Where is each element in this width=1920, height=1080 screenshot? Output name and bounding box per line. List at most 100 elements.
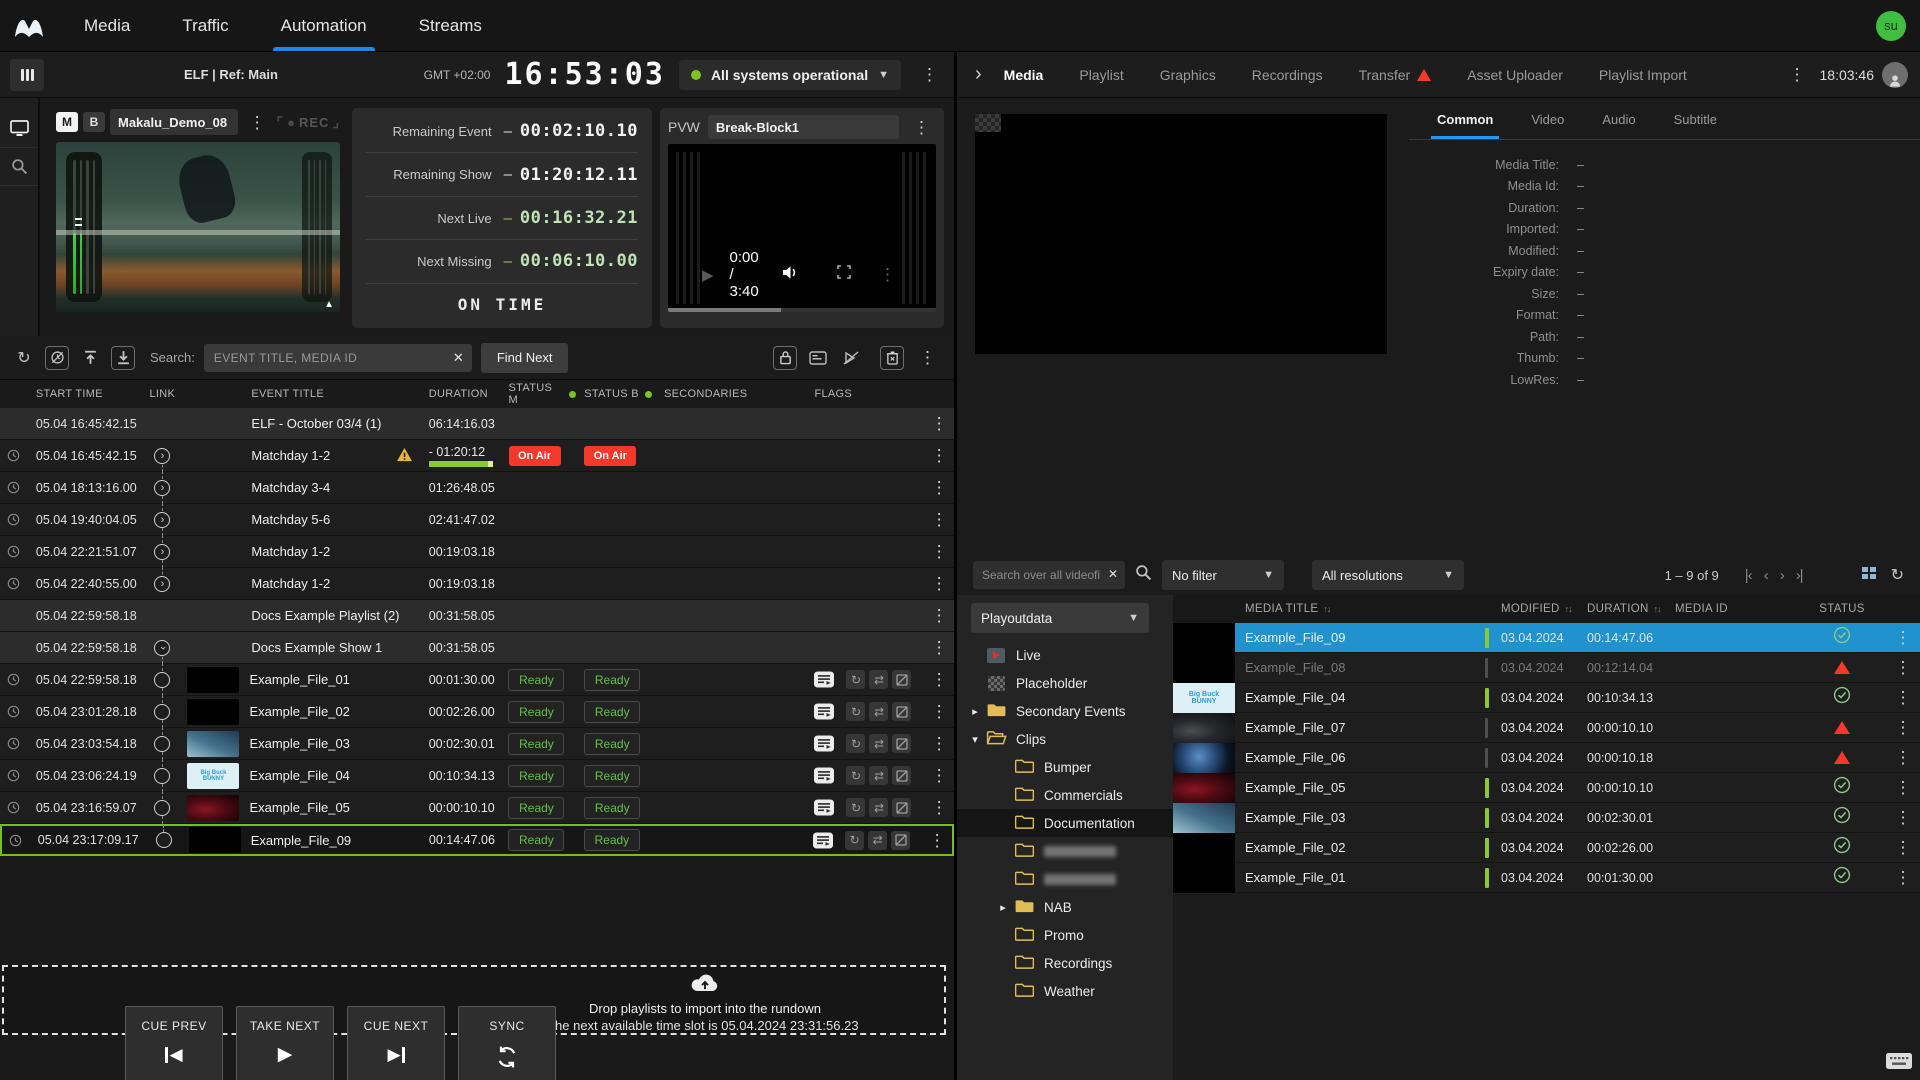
no-graphics-flag-icon[interactable] bbox=[891, 830, 911, 850]
col-media-title[interactable]: MEDIA TITLE ↑↓ bbox=[1235, 603, 1485, 615]
scroll-to-top-icon[interactable] bbox=[78, 346, 102, 370]
tree-item-promo[interactable]: Promo bbox=[957, 921, 1173, 949]
row-kebab-menu[interactable]: ⋮ bbox=[925, 797, 954, 818]
transition-flag-icon[interactable]: ⇄ bbox=[869, 734, 889, 753]
row-kebab-menu[interactable]: ⋮ bbox=[925, 605, 954, 626]
rundown-row[interactable]: 05.04 19:40:04.05 › Matchday 5-6 02:41:4… bbox=[0, 503, 954, 536]
grid-view-icon[interactable] bbox=[1861, 566, 1877, 585]
secondary-notes-icon[interactable] bbox=[814, 703, 835, 720]
link-node-icon[interactable] bbox=[154, 671, 171, 688]
tree-item-commercials[interactable]: Commercials bbox=[957, 781, 1173, 809]
media-row[interactable]: Example_File_01 03.04.2024 00:01:30.00 ⋮ bbox=[1173, 862, 1920, 893]
media-row-kebab-menu[interactable]: ⋮ bbox=[1889, 657, 1918, 678]
pgm-video-preview[interactable]: ▲ bbox=[56, 142, 340, 312]
rundown-row[interactable]: 05.04 22:59:58.18 Docs Example Playlist … bbox=[0, 600, 954, 632]
media-row[interactable]: Example_File_09 03.04.2024 00:14:47.06 ⋮ bbox=[1173, 622, 1920, 653]
media-search-input[interactable] bbox=[973, 561, 1125, 589]
link-node-icon[interactable] bbox=[155, 832, 172, 848]
detail-tab-video[interactable]: Video bbox=[1531, 112, 1564, 139]
no-graphics-flag-icon[interactable] bbox=[892, 766, 912, 785]
transition-flag-icon[interactable]: ⇄ bbox=[869, 798, 889, 817]
next-page-icon[interactable]: › bbox=[1780, 567, 1785, 584]
prev-page-icon[interactable]: ‹ bbox=[1764, 567, 1769, 584]
clear-search-icon[interactable]: ✕ bbox=[453, 350, 464, 366]
filter-select[interactable]: No filter ▼ bbox=[1162, 560, 1284, 590]
col-media-id[interactable]: MEDIA ID bbox=[1675, 603, 1795, 615]
media-kebab-menu[interactable]: ⋮ bbox=[1783, 64, 1812, 85]
tree-item-redacted[interactable] bbox=[957, 865, 1173, 893]
rundown-row[interactable]: 05.04 22:21:51.07 › Matchday 1-2 00:19:0… bbox=[0, 535, 954, 568]
no-graphics-flag-icon[interactable] bbox=[892, 670, 912, 689]
cue-prev-button[interactable]: CUE PREV ◀ bbox=[125, 1006, 223, 1080]
loop-flag-icon[interactable]: ↻ bbox=[846, 766, 866, 785]
media-tab-playlist-import[interactable]: Playlist Import bbox=[1599, 67, 1687, 83]
tree-item-weather[interactable]: Weather bbox=[957, 977, 1173, 1005]
nav-tab-traffic[interactable]: Traffic bbox=[156, 0, 254, 51]
loop-flag-icon[interactable]: ↻ bbox=[846, 798, 866, 817]
media-tab-playlist[interactable]: Playlist bbox=[1079, 67, 1123, 83]
nav-tab-media[interactable]: Media bbox=[58, 0, 156, 51]
clear-media-search-icon[interactable]: ✕ bbox=[1108, 567, 1118, 581]
event-card-icon[interactable] bbox=[806, 346, 830, 370]
media-row-kebab-menu[interactable]: ⋮ bbox=[1889, 717, 1918, 738]
row-kebab-menu[interactable]: ⋮ bbox=[925, 413, 954, 434]
no-graphics-flag-icon[interactable] bbox=[892, 702, 912, 721]
detail-tab-common[interactable]: Common bbox=[1430, 112, 1500, 139]
transition-flag-icon[interactable]: ⇄ bbox=[869, 670, 889, 689]
nav-tab-automation[interactable]: Automation bbox=[255, 0, 393, 51]
pvw-kebab-menu[interactable]: ⋮ bbox=[907, 117, 936, 138]
row-kebab-menu[interactable]: ⋮ bbox=[923, 830, 952, 851]
tree-item-clips[interactable]: ▾ Clips bbox=[957, 725, 1173, 753]
expand-chevron-icon[interactable]: › bbox=[154, 543, 171, 560]
expand-chevron-icon[interactable]: › bbox=[154, 479, 171, 496]
rundown-row[interactable]: 05.04 16:45:42.15 ELF - October 03/4 (1)… bbox=[0, 408, 954, 440]
col-secondaries[interactable]: SECONDARIES bbox=[656, 388, 810, 400]
tree-item-documentation[interactable]: Documentation bbox=[957, 809, 1173, 837]
media-tab-graphics[interactable]: Graphics bbox=[1160, 67, 1216, 83]
tree-chevron-icon[interactable]: ▸ bbox=[965, 705, 985, 718]
secondary-notes-icon[interactable] bbox=[814, 671, 835, 688]
media-tab-transfer[interactable]: Transfer bbox=[1359, 67, 1432, 83]
media-row[interactable]: Example_File_08 03.04.2024 00:12:14.04 ⋮ bbox=[1173, 652, 1920, 683]
no-graphics-flag-icon[interactable] bbox=[892, 798, 912, 817]
row-kebab-menu[interactable]: ⋮ bbox=[925, 541, 954, 562]
secondary-notes-icon[interactable] bbox=[814, 767, 835, 784]
first-page-icon[interactable]: |‹ bbox=[1745, 567, 1753, 584]
media-row[interactable]: Example_File_02 03.04.2024 00:02:26.00 ⋮ bbox=[1173, 832, 1920, 863]
media-tab-recordings[interactable]: Recordings bbox=[1252, 67, 1323, 83]
loop-flag-icon[interactable]: ↻ bbox=[845, 830, 865, 850]
tree-item-secondary-events[interactable]: ▸ Secondary Events bbox=[957, 697, 1173, 725]
refresh-icon[interactable]: ↻ bbox=[12, 346, 36, 370]
system-status-dropdown[interactable]: All systems operational ▼ bbox=[678, 59, 901, 90]
col-status-m[interactable]: STATUS M bbox=[501, 382, 577, 406]
rundown-row[interactable]: 05.04 23:01:28.18 Example_File_02 00:02:… bbox=[0, 695, 954, 728]
row-kebab-menu[interactable]: ⋮ bbox=[925, 701, 954, 722]
loop-flag-icon[interactable]: ↻ bbox=[846, 670, 866, 689]
rundown-row[interactable]: 05.04 23:06:24.19 Big Buck BUNNY Example_F… bbox=[0, 759, 954, 792]
tree-item-redacted[interactable] bbox=[957, 837, 1173, 865]
last-page-icon[interactable]: ›| bbox=[1796, 567, 1804, 584]
pvw-player-kebab[interactable]: ⋮ bbox=[873, 264, 902, 285]
media-row[interactable]: Example_File_05 03.04.2024 00:00:10.10 ⋮ bbox=[1173, 772, 1920, 803]
loop-flag-icon[interactable]: ↻ bbox=[846, 734, 866, 753]
col-modified[interactable]: MODIFIED ↑↓ bbox=[1501, 603, 1587, 615]
link-node-icon[interactable] bbox=[154, 703, 171, 720]
person-avatar-icon[interactable] bbox=[1882, 61, 1908, 88]
lock-icon[interactable] bbox=[773, 345, 797, 370]
tree-item-live[interactable]: Live bbox=[957, 641, 1173, 669]
resolution-select[interactable]: All resolutions ▼ bbox=[1312, 560, 1464, 590]
media-row-kebab-menu[interactable]: ⋮ bbox=[1889, 627, 1918, 648]
fullscreen-icon[interactable] bbox=[837, 265, 851, 284]
row-kebab-menu[interactable]: ⋮ bbox=[925, 445, 954, 466]
keyboard-icon[interactable] bbox=[1886, 1053, 1912, 1074]
row-kebab-menu[interactable]: ⋮ bbox=[925, 477, 954, 498]
rundown-row[interactable]: 05.04 22:59:58.18 Example_File_01 00:01:… bbox=[0, 663, 954, 696]
rundown-row[interactable]: 05.04 23:16:59.07 Example_File_05 00:00:… bbox=[0, 791, 954, 824]
transition-flag-icon[interactable]: ⇄ bbox=[868, 830, 888, 850]
loop-flag-icon[interactable]: ↻ bbox=[846, 702, 866, 721]
media-tab-media[interactable]: Media bbox=[1004, 67, 1044, 83]
rundown-row[interactable]: 05.04 23:17:09.17 Example_File_09 00:14:… bbox=[0, 824, 954, 856]
delete-icon[interactable] bbox=[880, 345, 904, 370]
monitor-m-button[interactable]: M bbox=[56, 112, 78, 132]
tree-chevron-icon[interactable]: ▾ bbox=[965, 733, 985, 746]
